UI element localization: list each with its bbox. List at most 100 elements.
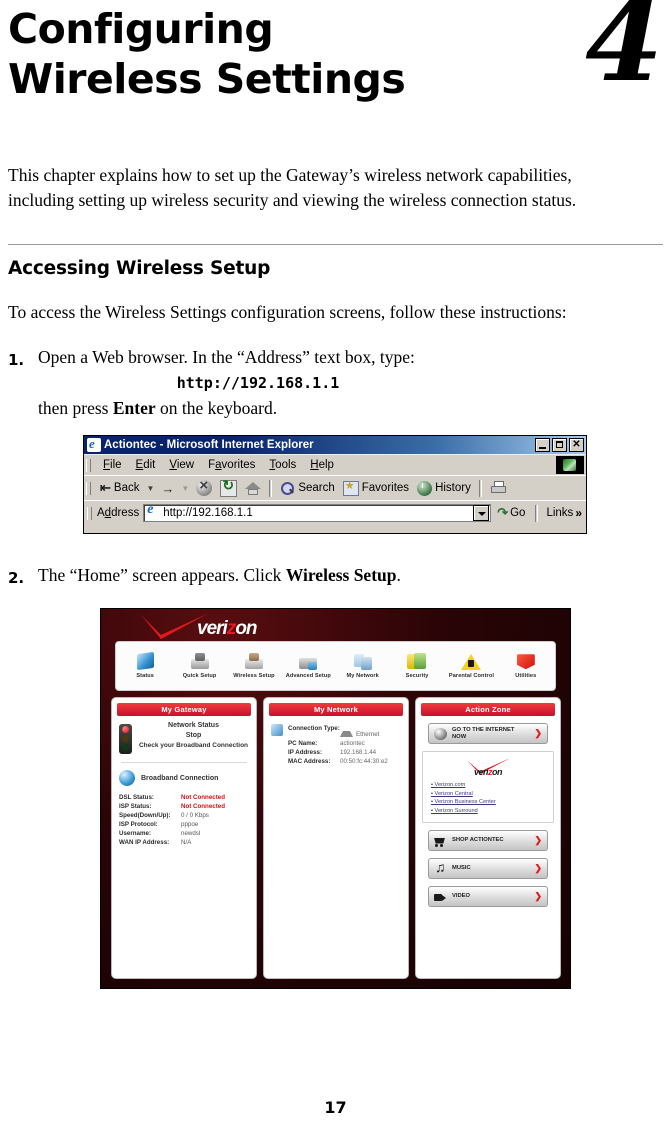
chapter-intro-paragraph: This chapter explains how to set up the … [8,165,577,210]
table-row: IP Address: 192.168.1.44 [288,748,401,757]
menu-favorites-label-rest: vorites [221,459,256,471]
list-item[interactable]: Verizon Central [431,790,549,799]
addressbar-grip-handle[interactable] [87,506,92,520]
document-page: Configuring Wireless Settings 4 This cha… [0,0,671,1138]
verizon-logo: verizon [139,613,289,641]
address-dropdown-button[interactable] [473,505,490,521]
section-intro-paragraph: To access the Wireless Settings configur… [8,302,567,322]
wan-ip-value: N/A [181,839,192,846]
forward-arrow-icon: → [161,480,175,496]
home-button[interactable] [241,480,265,496]
links-button[interactable]: Links » [542,506,586,520]
close-button[interactable]: ✕ [569,438,584,452]
chevron-double-right-icon[interactable]: » [575,506,582,520]
nav-item-security[interactable]: Security [391,652,443,680]
nav-item-status[interactable]: Status [119,652,171,680]
mac-address-key: MAC Address: [288,758,331,765]
ip-address-key: IP Address: [288,749,323,756]
print-button[interactable] [486,480,512,496]
ie-address-bar: Address http://192.168.1.1 ↷ Go Links » [84,500,586,525]
network-status-title: Network Status [168,722,219,729]
globe-icon [434,727,447,740]
menu-item-tools[interactable]: Tools [262,458,303,472]
verizon-wordmark-suffix: on [235,618,257,639]
history-button[interactable]: History [413,480,475,497]
refresh-button[interactable] [216,477,241,498]
traffic-light-red-lamp [122,726,129,733]
nav-item-my-network[interactable]: My Network [337,652,389,680]
my-gateway-panel-header: My Gateway [117,703,251,716]
history-button-label: History [435,482,471,494]
broadband-details-table: DSL Status: Not Connected ISP Status: No… [119,793,249,847]
nav-label-advanced-setup: Advanced Setup [285,673,331,680]
ie-logo-icon [87,436,101,452]
action-zone-panel-header: Action Zone [421,703,555,716]
menu-item-favorites[interactable]: Favorites [201,458,262,472]
nav-item-advanced-setup[interactable]: Advanced Setup [282,652,334,680]
back-button[interactable]: ⇤ Back [96,479,143,497]
username-value: newdsl [181,830,201,837]
chevron-right-icon: ❯ [534,728,542,738]
music-label: MUSIC [452,865,471,871]
wireless-setup-icon [243,652,265,672]
step-2-body: The “Home” screen appears. Click Wireles… [38,563,638,587]
menu-item-view[interactable]: View [162,458,201,472]
verizon-wordmark-prefix: veri [197,618,228,639]
maximize-button[interactable] [552,438,567,452]
chapter-title-line1: Configuring [8,5,274,53]
address-input-value: http://192.168.1.1 [163,507,253,519]
table-row: Username: newdsl [119,829,249,838]
step-1-text: Open a Web browser. In the “Address” tex… [38,347,415,367]
quick-setup-icon [189,652,211,672]
list-item[interactable]: Verizon.com [431,781,549,790]
music-note-icon [434,859,447,875]
menu-view-label-rest: iew [176,459,195,471]
go-button[interactable]: ↷ Go [491,505,531,521]
search-button[interactable]: Search [276,480,338,497]
print-icon [490,481,508,495]
nav-item-parental-control[interactable]: Parental Control [445,652,497,680]
minimize-button[interactable] [535,438,550,452]
verizon-wordmark-small: verizon [473,767,503,777]
go-arrow-icon: ↷ [497,505,509,520]
chevron-right-icon: ❯ [534,891,542,901]
menu-file-label-rest: ile [110,459,122,471]
router-navigation-bar: Status Quick Setup Wireless Setup Advanc… [115,641,556,691]
action-zone-panel: Action Zone GO TO THE INTERNET NOW ❯ ver… [415,697,561,979]
menu-item-file[interactable]: File [96,458,129,472]
video-button[interactable]: VIDEO ❯ [428,886,548,907]
menu-item-help[interactable]: Help [303,458,341,472]
menu-item-edit[interactable]: Edit [129,458,163,472]
forward-button[interactable]: → [157,480,178,497]
verizon-wordmark: verizon [197,618,258,640]
favorites-button[interactable]: Favorites [339,479,413,497]
nav-item-wireless-setup[interactable]: Wireless Setup [228,652,280,680]
nav-item-utilities[interactable]: Utilities [500,652,552,680]
shop-actiontec-button[interactable]: SHOP ACTIONTEC ❯ [428,830,548,851]
security-icon [406,652,428,672]
table-row: ISP Status: Not Connected [119,802,249,811]
my-gateway-panel: My Gateway Network Status Stop Check you… [111,697,257,979]
list-item[interactable]: Verizon Business Center [431,798,549,807]
forward-dropdown-caret-icon[interactable]: ▼ [178,484,192,493]
step-1-body: Open a Web browser. In the “Address” tex… [38,345,638,420]
music-button[interactable]: MUSIC ❯ [428,858,548,879]
address-input[interactable]: http://192.168.1.1 [143,502,492,522]
menu-edit-label-rest: dit [143,459,156,471]
broadband-connection-block: Broadband Connection [119,770,249,786]
ethernet-icon [340,724,353,737]
toolbar-grip-handle[interactable] [86,481,91,495]
nav-label-quick-setup: Quick Setup [182,673,217,680]
go-to-internet-now-button[interactable]: GO TO THE INTERNET NOW ❯ [428,723,548,744]
chevron-right-icon: ❯ [534,835,542,845]
nav-item-quick-setup[interactable]: Quick Setup [174,652,226,680]
menubar-grip-handle[interactable] [86,458,91,472]
pc-name-key: PC Name: [288,740,318,747]
my-gateway-panel-body: Network Status Stop Check your Broadband… [112,716,256,853]
back-dropdown-caret-icon[interactable]: ▼ [143,484,157,493]
list-item[interactable]: Verizon Surround [431,807,549,816]
parental-control-icon [460,652,482,672]
stop-button[interactable] [192,477,216,497]
wan-ip-key: WAN IP Address: [119,839,170,846]
step-2-text: The “Home” screen appears. Click [38,565,286,585]
